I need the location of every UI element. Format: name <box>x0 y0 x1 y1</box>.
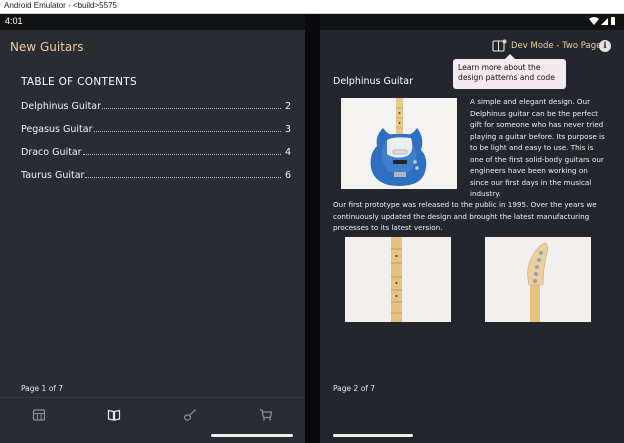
delphinus-guitar-illustration <box>341 98 457 189</box>
emulator-titlebar: Android Emulator - <build>5575 <box>0 0 624 14</box>
gesture-handle-left[interactable] <box>211 434 293 437</box>
page-indicator-right: Page 2 of 7 <box>333 384 376 393</box>
toc-entry-draco[interactable]: Draco Guitar 4 <box>21 144 291 158</box>
toc-entry-pegasus[interactable]: Pegasus Guitar 3 <box>21 121 291 135</box>
toc-entry-page: 4 <box>284 147 291 158</box>
toc-entry-delphinus[interactable]: Delphinus Guitar 2 <box>21 98 291 112</box>
device-hinge <box>305 14 320 443</box>
guitar-headstock-image <box>485 237 591 322</box>
toc-entry-page: 3 <box>284 124 291 135</box>
dev-mode-toggle[interactable]: Dev Mode - Two Page <box>492 39 601 53</box>
toc-entry-taurus[interactable]: Taurus Guitar 6 <box>21 167 291 181</box>
emulator-window: Android Emulator - <build>5575 4:01 New … <box>0 0 624 443</box>
dev-mode-label: Dev Mode - Two Page <box>511 41 602 51</box>
status-icons <box>589 17 615 25</box>
guitar-body-image <box>341 98 457 189</box>
toc-entry-label: Pegasus Guitar <box>21 124 93 135</box>
signal-icon <box>601 18 608 25</box>
gallery-icon[interactable] <box>32 408 46 422</box>
bottom-navigation <box>0 397 305 431</box>
app-title: New Guitars <box>10 40 84 54</box>
toc-entry-label: Delphinus Guitar <box>21 101 101 112</box>
toc-dot-leader <box>82 154 281 155</box>
guitar-headstock-illustration <box>485 237 591 322</box>
cart-icon[interactable] <box>259 408 273 422</box>
article-paragraph-1: A simple and elegant design. Our Delphin… <box>470 97 605 198</box>
toc-entry-label: Draco Guitar <box>21 147 82 158</box>
info-icon[interactable]: i <box>599 40 611 52</box>
book-icon[interactable] <box>107 408 121 422</box>
gesture-handle-right[interactable] <box>333 434 413 437</box>
toc-entry-page: 6 <box>284 170 291 181</box>
battery-icon <box>611 17 615 25</box>
left-pane: New Guitars TABLE OF CONTENTS Delphinus … <box>0 30 305 443</box>
right-pane: Dev Mode - Two Page i Learn more about t… <box>320 30 624 443</box>
article-paragraph-2: Our first prototype was released to the … <box>333 200 597 232</box>
window-title: Android Emulator - <build>5575 <box>4 1 117 10</box>
toc-dot-leader <box>93 131 281 132</box>
toc-dot-leader <box>85 177 281 178</box>
design-patterns-tooltip[interactable]: Learn more about the design patterns and… <box>453 59 566 89</box>
toc-heading: TABLE OF CONTENTS <box>21 76 137 88</box>
guitar-icon[interactable] <box>183 408 197 422</box>
toc-entry-page: 2 <box>284 101 291 112</box>
article-title: Delphinus Guitar <box>333 76 413 87</box>
guitar-neck-image <box>345 237 451 322</box>
page-indicator-left: Page 1 of 7 <box>21 384 64 393</box>
guitar-neck-illustration <box>345 237 451 322</box>
toc-dot-leader <box>101 108 281 109</box>
status-time: 4:01 <box>5 16 23 26</box>
dual-screen-icon <box>492 39 507 52</box>
wifi-icon <box>589 17 599 25</box>
toc-entry-label: Taurus Guitar <box>21 170 85 181</box>
